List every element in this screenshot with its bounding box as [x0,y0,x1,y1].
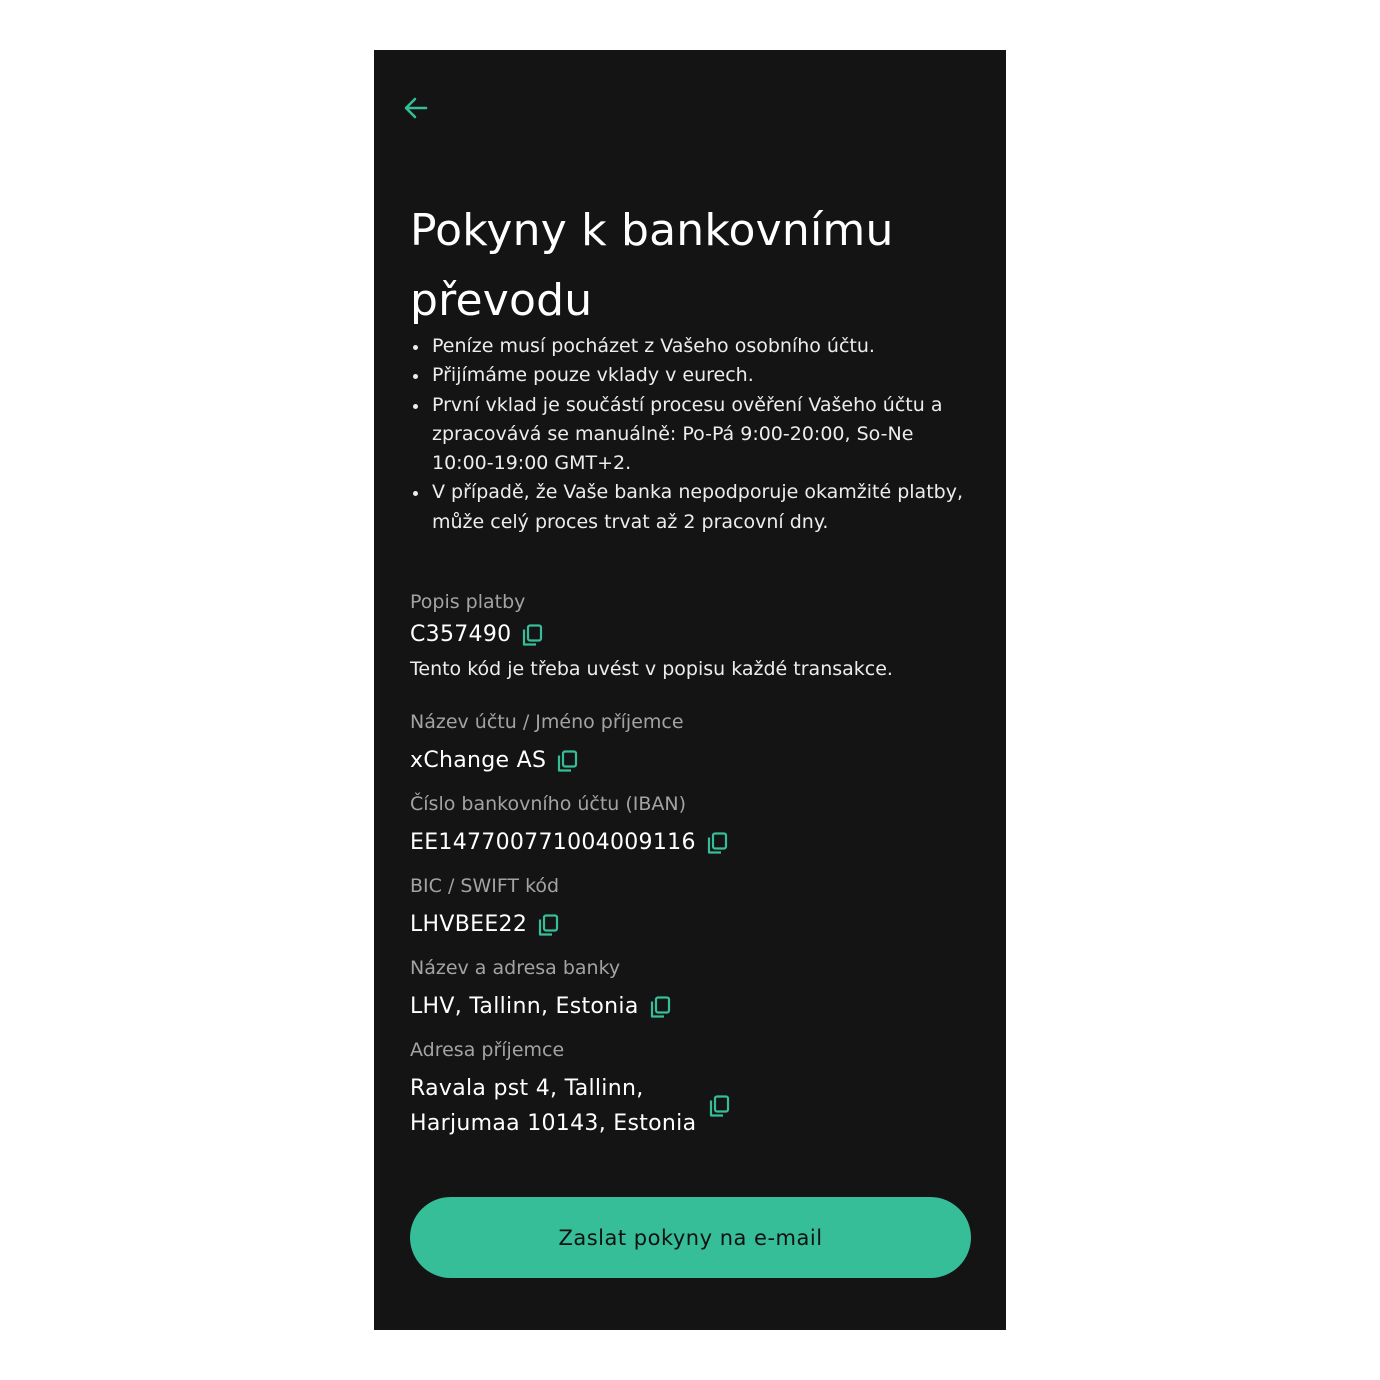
copy-icon [650,996,670,1018]
bank-transfer-screen: Pokyny k bankovnímu převodu Peníze musí … [374,50,1006,1330]
bank-value: LHV, Tallinn, Estonia [410,994,639,1019]
account-name-row: xChange AS [410,746,580,776]
send-instructions-email-button[interactable]: Zaslat pokyny na e-mail [410,1197,971,1278]
page-title: Pokyny k bankovnímu převodu [410,205,894,326]
copy-account-name-button[interactable] [554,748,580,774]
copy-bic-button[interactable] [535,912,561,938]
payment-reference-value: C357490 [410,622,512,647]
arrow-left-icon [404,97,428,119]
copy-recipient-address-button[interactable] [706,1093,732,1119]
copy-payment-reference-button[interactable] [519,622,545,648]
payment-reference-note: Tento kód je třeba uvést v popisu každé … [410,658,893,680]
account-name-value: xChange AS [410,748,547,773]
back-button[interactable] [396,88,436,128]
list-item: Peníze musí pocházet z Vašeho osobního ú… [410,332,980,361]
list-item: Přijímáme pouze vklady v eurech. [410,361,980,390]
iban-label: Číslo bankovního účtu (IBAN) [410,793,687,815]
recipient-address-line1: Ravala pst 4, Tallinn, [410,1076,644,1101]
bic-value: LHVBEE22 [410,912,528,937]
recipient-address-line2: Harjumaa 10143, Estonia [410,1111,697,1136]
recipient-address-value: Ravala pst 4, Tallinn, Harjumaa 10143, E… [410,1071,696,1141]
list-item: V případě, že Vaše banka nepodporuje oka… [410,478,980,537]
payment-reference-row: C357490 [410,620,545,650]
account-name-label: Název účtu / Jméno příjemce [410,711,684,733]
payment-reference-label: Popis platby [410,591,526,613]
iban-row: EE147700771004009116 [410,828,730,858]
copy-iban-button[interactable] [704,830,730,856]
recipient-address-label: Adresa příjemce [410,1039,565,1061]
copy-icon [710,1095,730,1117]
copy-icon [707,832,727,854]
copy-icon [523,624,543,646]
list-item: První vklad je součástí procesu ověření … [410,391,980,479]
copy-icon [558,750,578,772]
instructions-list: Peníze musí pocházet z Vašeho osobního ú… [410,332,980,537]
iban-value: EE147700771004009116 [410,830,696,855]
copy-bank-button[interactable] [647,994,673,1020]
bank-row: LHV, Tallinn, Estonia [410,992,673,1022]
recipient-address-row: Ravala pst 4, Tallinn, Harjumaa 10143, E… [410,1071,732,1141]
bic-row: LHVBEE22 [410,910,561,940]
bic-label: BIC / SWIFT kód [410,875,560,897]
bank-label: Název a adresa banky [410,957,621,979]
copy-icon [539,914,559,936]
